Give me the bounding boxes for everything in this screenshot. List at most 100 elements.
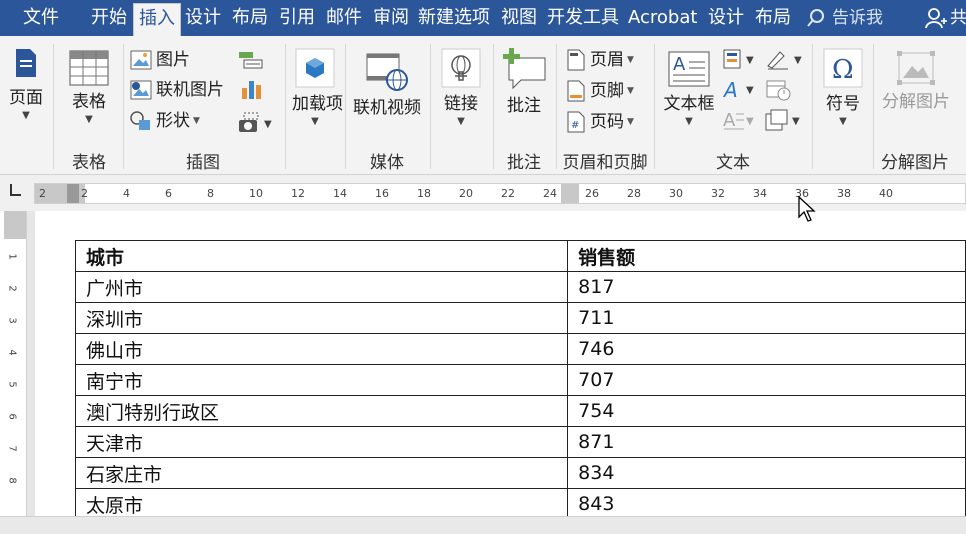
textbox-label: 文本框 [663,94,715,114]
sales-cell[interactable]: 707 [567,364,966,396]
share-button[interactable]: 共 [950,0,966,36]
chevron-down-icon: ▼ [193,116,200,126]
svg-text:A: A [722,78,738,100]
ruler-column-marker[interactable] [561,184,579,203]
tab-insert[interactable]: 插入 [133,3,181,36]
sales-cell[interactable]: 817 [567,271,966,303]
tab-developer[interactable]: 开发工具 [542,0,624,36]
footer-button[interactable]: 页脚 ▼ [566,78,634,104]
header-button[interactable]: 页眉 ▼ [566,47,634,73]
object-icon[interactable]: ▼ [764,108,802,132]
quick-parts-icon[interactable]: ▼ [722,48,758,70]
table-row[interactable]: 天津市 871 [74,426,966,458]
table-row[interactable]: 深圳市 711 [74,302,966,334]
shapes-button[interactable]: 形状 ▼ [130,108,200,134]
chevron-down-icon: ▼ [627,55,634,65]
table-row[interactable]: 太原市 843 [74,488,966,516]
pages-button[interactable]: 页面 ▼ [6,48,46,122]
city-cell[interactable]: 南宁市 [74,364,569,396]
user-icon[interactable] [925,7,947,29]
textbox-button[interactable]: A 文本框 ▼ [660,50,718,128]
chevron-down-icon: ▼ [457,116,465,127]
decompose-picture-button[interactable]: 分解图片 [877,50,955,114]
vruler-tick-label: 4 [6,349,18,356]
tab-design[interactable]: 设计 [180,0,226,36]
tab-table-design[interactable]: 设计 [703,0,749,36]
chevron-down-icon: ▼ [627,86,634,96]
city-cell[interactable]: 澳门特别行政区 [74,395,569,427]
tab-new-options[interactable]: 新建选项 [413,0,495,36]
link-icon [441,48,481,88]
ruler-tick-label: 20 [459,187,473,200]
picture-icon [130,50,152,70]
chevron-down-icon: ▼ [839,116,847,127]
symbol-button[interactable]: Ω 符号 ▼ [818,48,868,128]
store-icon [295,48,335,88]
textbox-icon: A [668,51,710,87]
online-video-button[interactable]: 联机视频 [350,50,424,120]
sales-cell[interactable]: 834 [567,457,966,489]
online-picture-button[interactable]: 联机图片 [130,77,224,103]
city-cell[interactable]: 深圳市 [74,302,569,334]
tab-review[interactable]: 审阅 [368,0,414,36]
city-cell[interactable]: 广州市 [74,271,569,303]
header-cell-city[interactable]: 城市 [74,240,569,272]
sales-cell[interactable]: 711 [567,302,966,334]
table-header-row[interactable]: 城市 销售额 [74,240,966,272]
tell-me-box[interactable]: 告诉我 [806,0,883,36]
tab-acrobat[interactable]: Acrobat [623,0,702,36]
document-page[interactable]: 城市 销售额 广州市 817 深圳市 711 佛山市 746 南宁市 707 澳门特别行政区 75… [35,211,966,516]
page-icon [16,49,36,77]
ruler-indent-marker[interactable] [67,184,79,203]
city-cell[interactable]: 佛山市 [74,333,569,365]
sales-cell[interactable]: 746 [567,333,966,365]
vruler-tick-label: 3 [6,317,18,324]
sales-table[interactable]: 城市 销售额 广州市 817 深圳市 711 佛山市 746 南宁市 707 澳门特别行政区 75… [74,240,966,516]
addins-button[interactable]: 加载项 ▼ [292,48,343,128]
signature-line-icon[interactable]: ▼ [766,48,804,70]
tab-view[interactable]: 视图 [496,0,542,36]
tab-home[interactable]: 开始 [86,0,132,36]
ruler-tick-label: 16 [375,187,389,200]
city-cell[interactable]: 石家庄市 [74,457,569,489]
table-row[interactable]: 南宁市 707 [74,364,966,396]
header-icon [567,49,585,71]
header-cell-sales[interactable]: 销售额 [567,240,966,272]
city-cell[interactable]: 天津市 [74,426,569,458]
table-button[interactable]: 表格 ▼ [62,50,116,126]
vertical-ruler[interactable]: 1 2 3 4 5 6 7 8 [4,211,27,516]
date-time-icon[interactable] [766,78,792,102]
table-row[interactable]: 佛山市 746 [74,333,966,365]
page-number-label: 页码 [590,112,624,132]
comment-button[interactable]: 批注 [498,46,550,118]
vruler-tick-label: 7 [6,445,18,452]
table-row[interactable]: 石家庄市 834 [74,457,966,489]
svg-text:▼: ▼ [746,85,754,96]
wordart-icon[interactable]: A ▼ [722,78,758,100]
drop-cap-icon[interactable]: A ▼ [722,108,758,132]
tab-table-layout[interactable]: 布局 [750,0,796,36]
table-row[interactable]: 澳门特别行政区 754 [74,395,966,427]
ruler-tick-label: 32 [711,187,725,200]
chart-icon[interactable] [240,78,264,100]
tab-layout[interactable]: 布局 [227,0,273,36]
vruler-tick-label: 1 [6,253,18,260]
link-button[interactable]: 链接 ▼ [436,48,486,128]
page-number-button[interactable]: # 页码 ▼ [566,109,634,135]
tab-stop-selector[interactable] [10,184,21,196]
horizontal-ruler[interactable]: 2 2 4 6 8 10 12 14 16 18 20 22 24 26 28 30 32 34 36 38 40 [34,183,966,204]
ruler-tick-label: 12 [291,187,305,200]
tab-mailings[interactable]: 邮件 [321,0,367,36]
picture-button[interactable]: 图片 [130,47,190,73]
table-row[interactable]: 广州市 817 [74,271,966,303]
sales-cell[interactable]: 871 [567,426,966,458]
sales-cell[interactable]: 754 [567,395,966,427]
screenshot-icon[interactable]: ▼ [238,111,274,133]
tab-references[interactable]: 引用 [274,0,320,36]
city-cell[interactable]: 太原市 [74,488,569,516]
svg-text:▼: ▼ [792,116,800,127]
sales-cell[interactable]: 843 [567,488,966,516]
smartart-icon[interactable] [238,50,264,70]
group-label-text: 文本 [716,153,750,173]
tab-file[interactable]: 文件 [18,0,64,36]
